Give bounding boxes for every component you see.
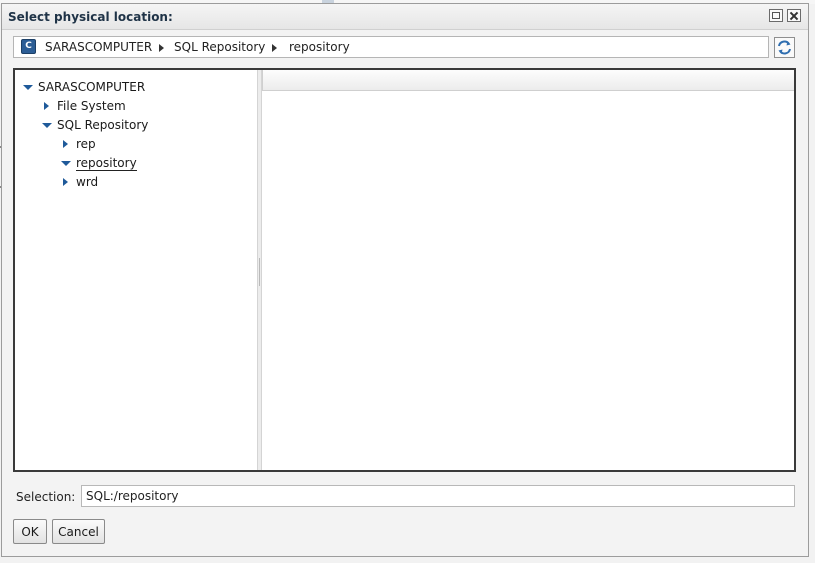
tree-node-label: rep (76, 137, 96, 151)
dialog-title: Select physical location: (8, 10, 173, 24)
list-header[interactable] (262, 70, 794, 91)
tree-node-label: SQL Repository (57, 118, 149, 132)
tree-node-sql-repository[interactable]: SQL Repository (42, 117, 222, 134)
collapse-arrow-icon[interactable] (44, 102, 49, 110)
splitter-grip (259, 258, 260, 286)
tree-node-label: File System (57, 99, 126, 113)
restore-icon[interactable] (769, 9, 783, 22)
chevron-right-icon (159, 44, 164, 52)
browse-panel: SARASCOMPUTER File System SQL Repository… (13, 68, 796, 472)
ok-button[interactable]: OK (13, 519, 47, 544)
breadcrumb: SARASCOMPUTER SQL Repository repository (13, 36, 769, 58)
tree-node-repository[interactable]: repository (61, 155, 221, 172)
selection-field[interactable] (81, 485, 795, 507)
collapse-arrow-icon[interactable] (63, 178, 68, 186)
expand-arrow-icon[interactable] (61, 161, 71, 166)
selection-label: Selection: (16, 490, 76, 504)
breadcrumb-item-computer[interactable]: SARASCOMPUTER (45, 40, 152, 54)
tree-node-label: repository (76, 156, 137, 171)
tree-node-file-system[interactable]: File System (42, 98, 222, 115)
close-icon[interactable] (787, 9, 801, 22)
contents-list (262, 70, 794, 470)
column-divider (262, 70, 263, 90)
chevron-right-icon (272, 44, 277, 52)
refresh-icon (778, 40, 791, 55)
collapse-arrow-icon[interactable] (63, 140, 68, 148)
tree-node-rep[interactable]: rep (61, 136, 221, 153)
tree-node-label: wrd (76, 175, 99, 189)
dialog-titlebar[interactable]: Select physical location: (2, 4, 808, 30)
tree-node-wrd[interactable]: wrd (61, 174, 221, 191)
refresh-button[interactable] (774, 37, 795, 58)
breadcrumb-item-sql-repository[interactable]: SQL Repository (174, 40, 265, 54)
folder-tree: SARASCOMPUTER File System SQL Repository… (15, 70, 257, 470)
expand-arrow-icon[interactable] (23, 85, 33, 90)
tree-node-computer[interactable]: SARASCOMPUTER (23, 79, 223, 96)
cancel-button[interactable]: Cancel (52, 519, 105, 544)
expand-arrow-icon[interactable] (42, 123, 52, 128)
breadcrumb-item-repository[interactable]: repository (289, 40, 350, 54)
computer-icon (21, 39, 36, 54)
tree-node-label: SARASCOMPUTER (38, 80, 146, 94)
